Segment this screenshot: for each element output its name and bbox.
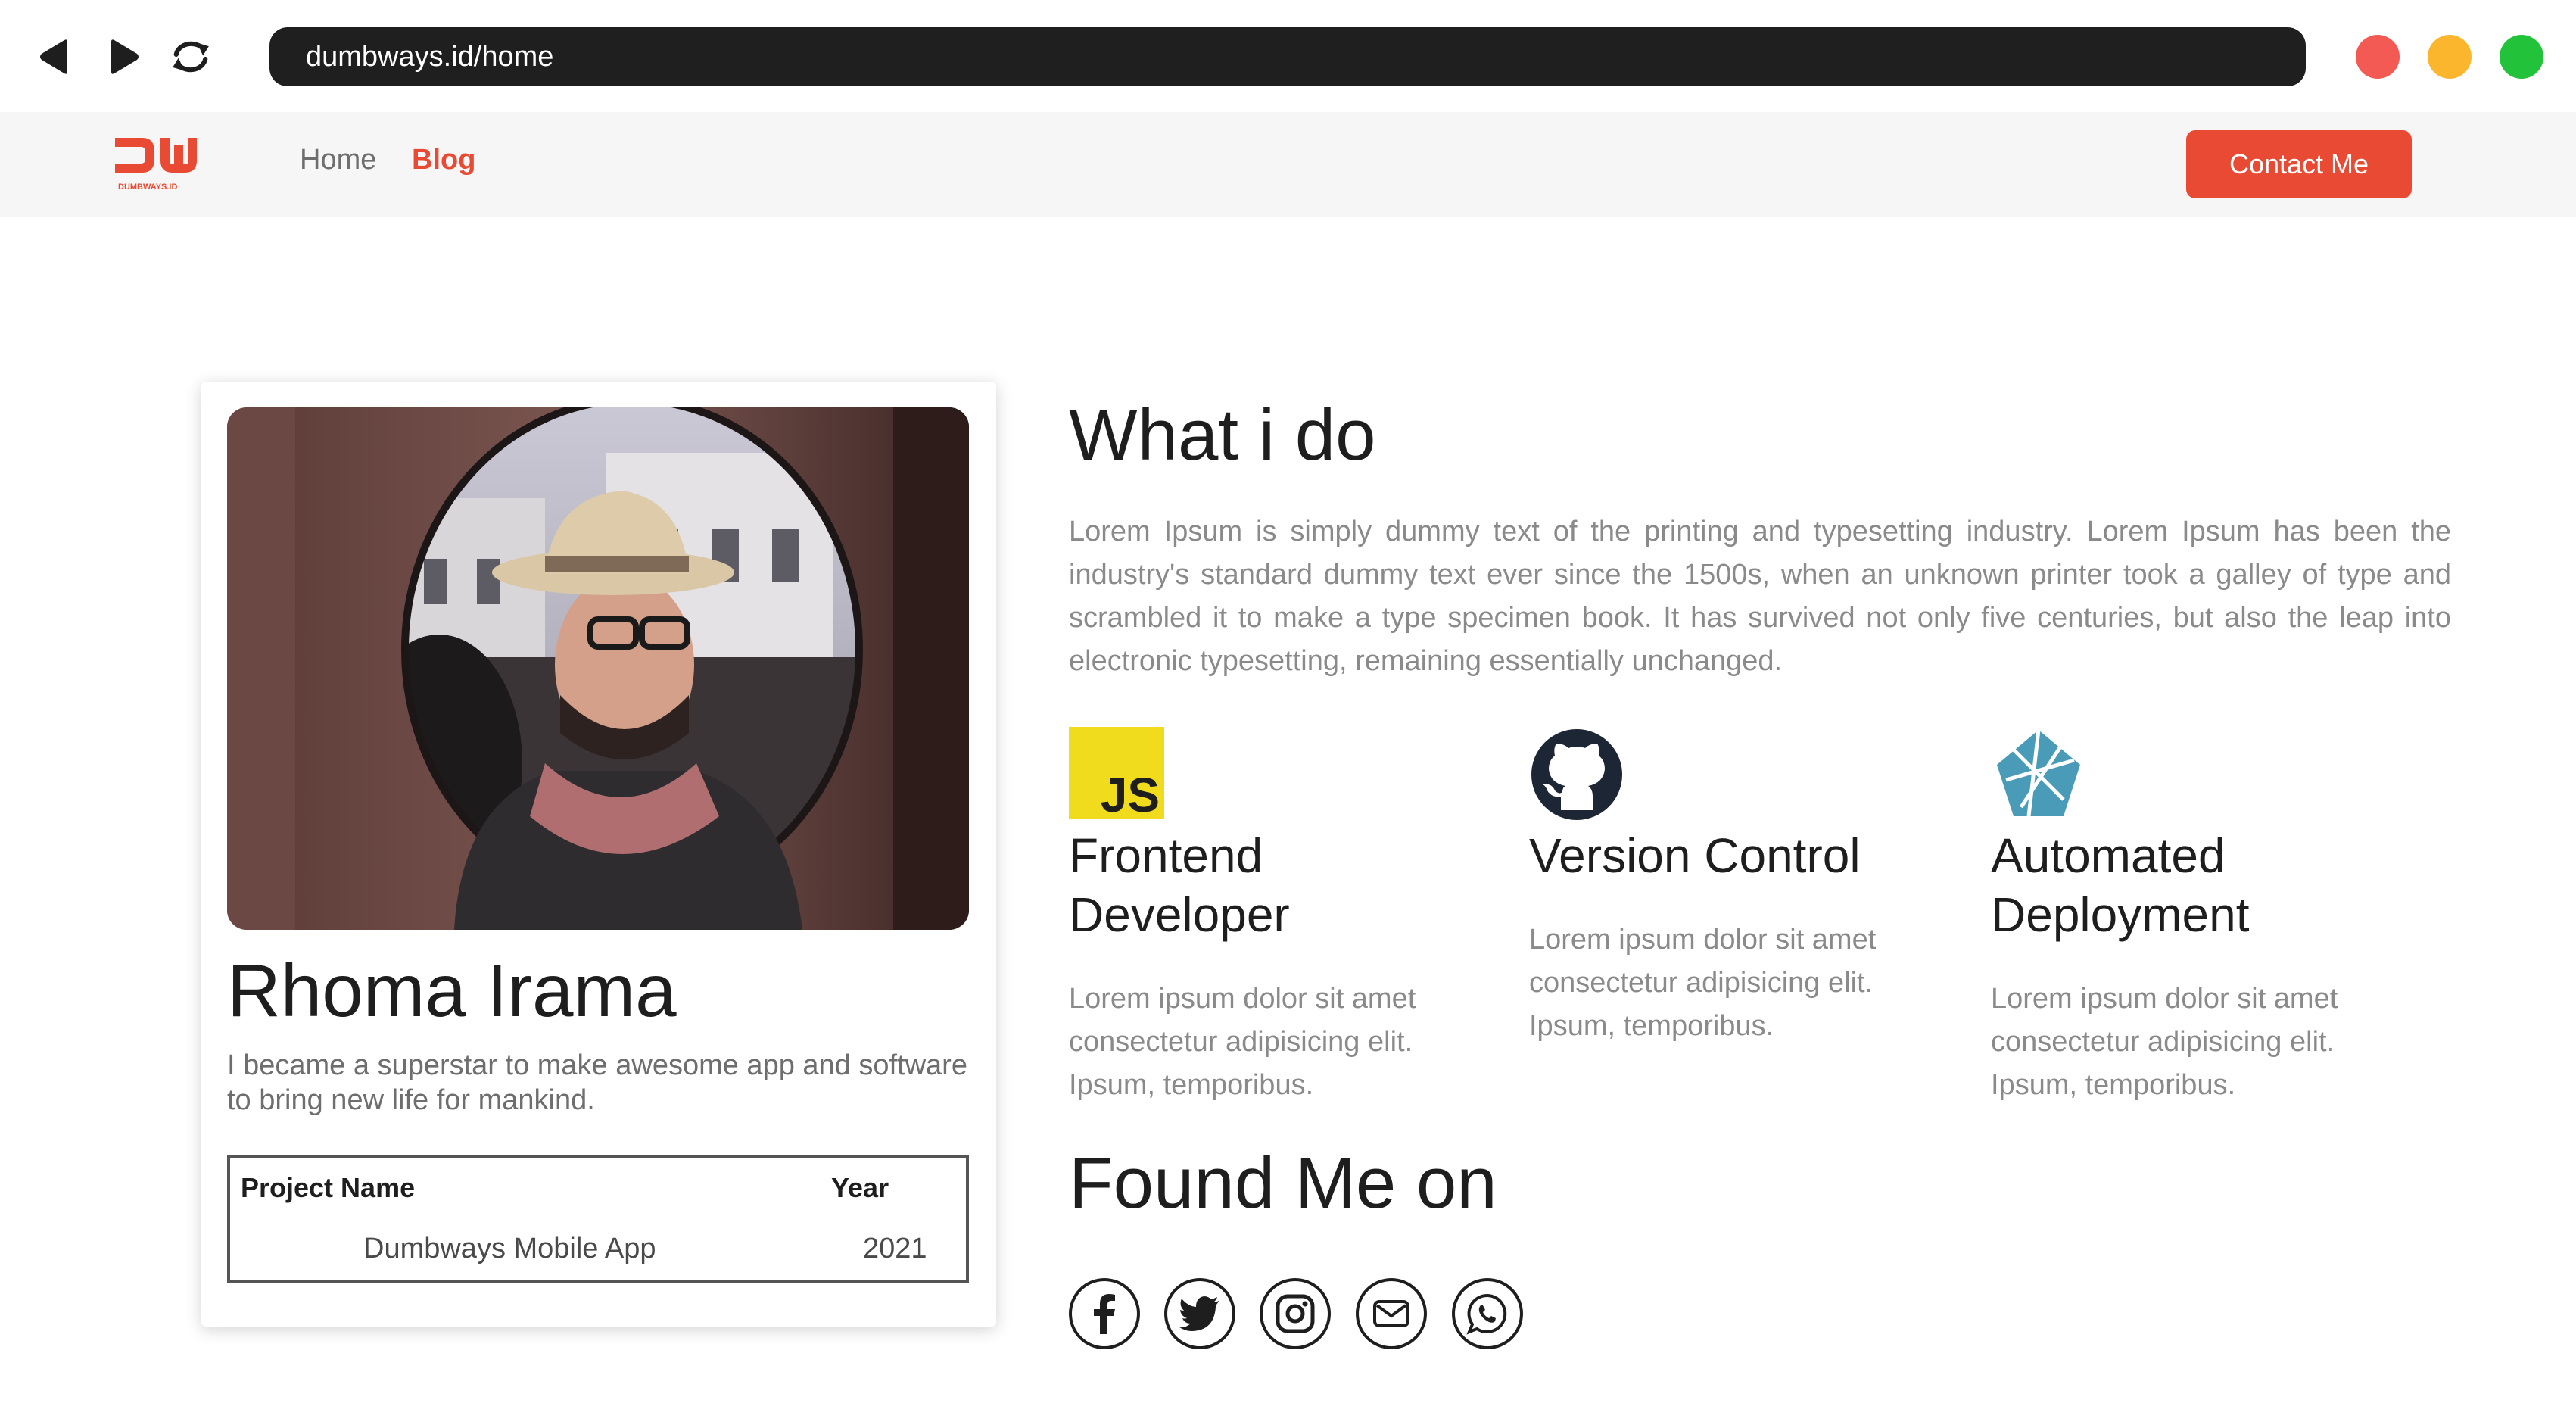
profile-card: Rhoma Irama I became a superstar to make…: [201, 382, 996, 1327]
maximize-window-dot[interactable]: [2500, 35, 2543, 79]
profile-photo: [227, 407, 969, 930]
close-window-dot[interactable]: [2356, 35, 2400, 79]
skill-frontend: JS Frontend Developer Lorem ipsum dolor …: [1069, 727, 1493, 1107]
what-i-do-text: Lorem Ipsum is simply dummy text of the …: [1069, 516, 2451, 677]
reload-icon: [173, 41, 209, 73]
svg-text:JS: JS: [1101, 768, 1160, 822]
profile-bio: I became a superstar to make awesome app…: [227, 1049, 967, 1116]
skill-description: Lorem ipsum dolor sit amet consectetur a…: [1069, 983, 1416, 1101]
reload-button[interactable]: [168, 34, 213, 80]
twitter-link[interactable]: [1164, 1278, 1235, 1349]
project-table: Project Name Year Dumbways Mobile App 20…: [227, 1155, 969, 1283]
browser-chrome: dumbways.id/home: [0, 0, 2576, 112]
table-cell-project: Dumbways Mobile App: [363, 1233, 656, 1264]
twitter-icon: [1179, 1296, 1219, 1331]
whatsapp-link[interactable]: [1452, 1278, 1523, 1349]
nav-link-blog[interactable]: Blog: [412, 144, 475, 176]
skill-version-control: Version Control Lorem ipsum dolor sit am…: [1529, 727, 1953, 1048]
address-bar[interactable]: dumbways.id/home: [269, 27, 2306, 86]
what-i-do-heading: What i do: [1069, 394, 1376, 476]
svg-text:DUMBWAYS.ID: DUMBWAYS.ID: [118, 182, 177, 192]
found-me-on-heading: Found Me on: [1069, 1143, 1497, 1224]
github-icon: [1531, 729, 1622, 820]
skill-automated-deployment: Automated Deployment Lorem ipsum dolor s…: [1991, 727, 2415, 1107]
instagram-link[interactable]: [1260, 1278, 1331, 1349]
nav-link-home[interactable]: Home: [300, 144, 376, 176]
skill-description: Lorem ipsum dolor sit amet consectetur a…: [1529, 924, 1877, 1042]
skill-title: Automated Deployment: [1991, 828, 2250, 942]
table-cell-year: 2021: [863, 1233, 927, 1264]
javascript-icon: JS: [1069, 727, 1164, 822]
dumbways-logo[interactable]: DUMBWAYS.ID: [112, 135, 203, 195]
back-arrow-icon: [40, 39, 67, 74]
email-link[interactable]: [1356, 1278, 1427, 1349]
netlify-icon: [1997, 729, 2080, 817]
back-button[interactable]: [32, 34, 77, 80]
contact-me-button[interactable]: Contact Me: [2186, 130, 2412, 198]
mail-icon: [1373, 1300, 1409, 1327]
skill-title: Version Control: [1529, 828, 1861, 883]
table-header-year: Year: [831, 1172, 889, 1203]
skill-description: Lorem ipsum dolor sit amet consectetur a…: [1991, 983, 2338, 1101]
forward-arrow-icon: [111, 39, 139, 74]
facebook-link[interactable]: [1069, 1278, 1140, 1349]
facebook-icon: [1094, 1294, 1115, 1334]
whatsapp-icon: [1466, 1293, 1507, 1335]
skill-title: Frontend Developer: [1069, 828, 1290, 942]
minimize-window-dot[interactable]: [2428, 35, 2472, 79]
table-header-project-name: Project Name: [241, 1172, 416, 1203]
profile-name: Rhoma Irama: [227, 949, 677, 1032]
forward-button[interactable]: [101, 34, 147, 80]
address-bar-url: dumbways.id/home: [306, 41, 554, 73]
instagram-icon: [1276, 1294, 1315, 1333]
